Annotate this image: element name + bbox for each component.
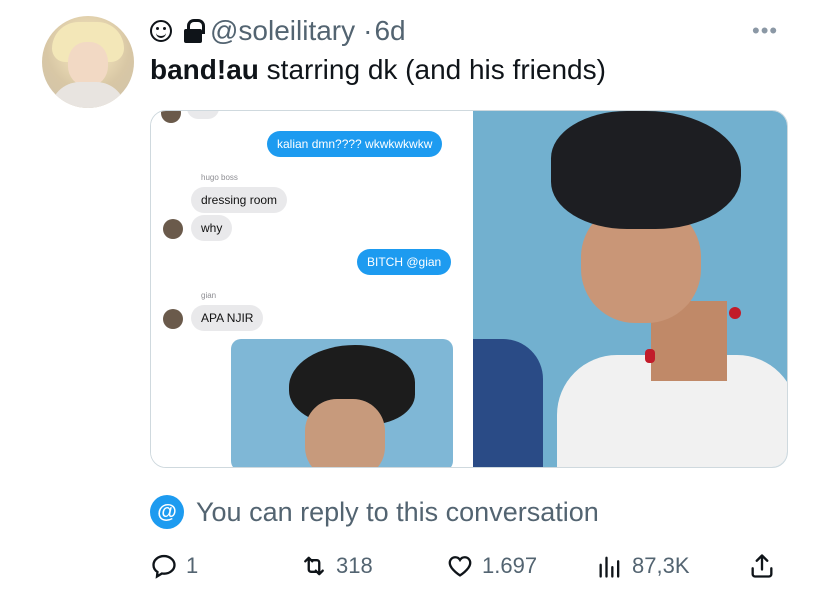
share-button[interactable] xyxy=(748,548,776,584)
photo-mic xyxy=(729,307,741,319)
chat-avatar-1 xyxy=(163,219,183,239)
reply-button[interactable]: 1 xyxy=(150,548,198,584)
chat-message-5: APA NJIR xyxy=(191,305,264,331)
chat-message-1: kalian dmn???? wkwkwkwkw xyxy=(267,131,443,157)
tweet-age[interactable]: 6d xyxy=(374,15,405,47)
tweet-media[interactable]: ···· kalian dmn???? wkwkwkwkw hugo boss … xyxy=(150,110,788,468)
chat-partial-message: ···· xyxy=(187,111,219,119)
photo-hair xyxy=(551,111,741,229)
reply-notice-text: You can reply to this conversation xyxy=(196,496,599,527)
lock-icon xyxy=(184,19,205,43)
photo-jacket xyxy=(473,339,543,467)
heart-icon xyxy=(448,556,472,577)
chat-message-3: why xyxy=(191,215,233,241)
at-icon: @ xyxy=(150,495,184,529)
tweet-header: @soleilitary · 6d xyxy=(150,14,406,48)
author-handle[interactable]: @soleilitary xyxy=(210,15,355,47)
tweet-actions: 1 318 1.697 87,3K xyxy=(150,548,790,584)
portrait-photo[interactable] xyxy=(473,111,787,467)
reply-count: 1 xyxy=(186,553,199,578)
like-button[interactable]: 1.697 xyxy=(446,548,537,584)
avatar-face xyxy=(68,42,108,86)
chat-inner-photo xyxy=(231,339,453,467)
view-count: 87,3K xyxy=(632,553,690,578)
retweet-count: 318 xyxy=(336,553,373,578)
like-count: 1.697 xyxy=(482,553,538,578)
tweet-text-bold: band!au xyxy=(150,54,259,85)
tweet-text-rest: starring dk (and his friends) xyxy=(258,54,606,85)
chat-sender-name-2: gian xyxy=(201,291,217,300)
photo-mic-clip xyxy=(645,349,655,363)
views-chart-icon xyxy=(599,556,620,578)
avatar-shirt xyxy=(50,82,126,108)
chat-screenshot-image[interactable]: ···· kalian dmn???? wkwkwkwkw hugo boss … xyxy=(151,111,473,467)
smiley-icon xyxy=(150,20,172,42)
chat-avatar-top xyxy=(161,111,181,123)
header-separator: · xyxy=(363,15,373,46)
share-icon xyxy=(751,554,773,578)
chat-sender-name-1: hugo boss xyxy=(201,173,238,182)
author-avatar[interactable] xyxy=(42,16,134,108)
retweet-icon xyxy=(304,556,324,576)
inner-photo-face xyxy=(305,399,385,467)
retweet-button[interactable]: 318 xyxy=(300,548,373,584)
reply-restriction-notice: @ You can reply to this conversation xyxy=(150,494,599,530)
tweet-text: band!au starring dk (and his friends) xyxy=(150,54,606,86)
views-button[interactable]: 87,3K xyxy=(596,548,690,584)
more-options-icon[interactable]: ••• xyxy=(752,18,778,44)
chat-message-2: dressing room xyxy=(191,187,288,213)
reply-icon xyxy=(152,554,176,579)
chat-message-4: BITCH @gian xyxy=(357,249,452,275)
chat-avatar-2 xyxy=(163,309,183,329)
